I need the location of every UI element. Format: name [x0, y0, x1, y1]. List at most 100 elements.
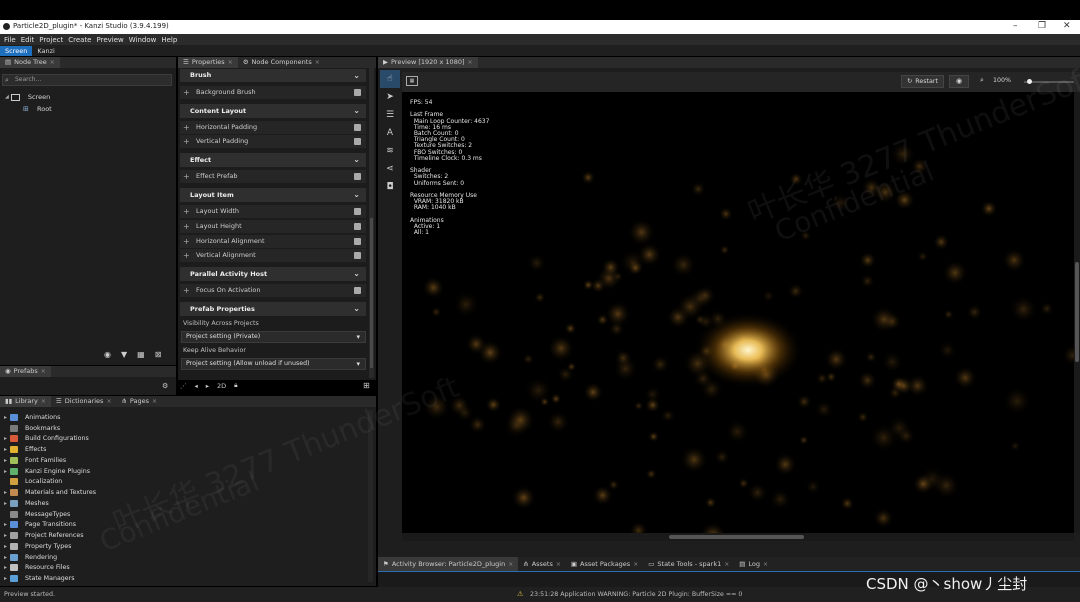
tab-node-tree[interactable]: ▤ Node Tree ×	[0, 57, 60, 68]
tab-library[interactable]: ▮▮ Library ×	[0, 396, 51, 407]
chevron-down-icon[interactable]: ⌄	[353, 69, 360, 82]
section-parallel-activity-host[interactable]: Parallel Activity Host ⌄	[180, 267, 366, 281]
close-icon[interactable]: ×	[556, 559, 561, 570]
section-effect[interactable]: Effect ⌄	[180, 153, 366, 167]
add-icon[interactable]: +	[183, 121, 190, 134]
pin-icon[interactable]	[354, 287, 361, 294]
library-item[interactable]: ▸ Property Types	[4, 541, 71, 552]
lock-icon[interactable]: 🔒︎	[234, 381, 237, 390]
close-icon[interactable]: ×	[468, 57, 473, 68]
tab-asset-packages[interactable]: ▣ Asset Packages ×	[566, 557, 643, 571]
tab-activity-browser[interactable]: ⚑ Activity Browser: Particle2D_plugin ×	[378, 557, 519, 571]
tab-preview[interactable]: ▶ Preview [1920 x 1080] ×	[378, 57, 478, 68]
menu-create[interactable]: Create	[68, 36, 91, 44]
filter-icon[interactable]: ▼	[121, 350, 127, 359]
create-prefab-icon[interactable]: ⚙	[162, 382, 168, 390]
hscroll-thumb[interactable]	[669, 535, 804, 539]
add-icon[interactable]: +	[183, 235, 190, 248]
close-icon[interactable]: ×	[724, 559, 729, 570]
tab-kanzi[interactable]: Kanzi	[32, 46, 59, 56]
close-icon[interactable]: ×	[41, 366, 46, 377]
pin-icon[interactable]	[354, 173, 361, 180]
node-tree-search-input[interactable]: Search...	[2, 74, 172, 86]
chevron-down-icon[interactable]: ⌄	[353, 188, 360, 202]
expand-icon[interactable]: ◢	[5, 94, 9, 100]
section-layout-item[interactable]: Layout Item ⌄	[180, 188, 366, 202]
library-item[interactable]: Localization	[4, 477, 62, 488]
section-brush[interactable]: Brush ⌄	[180, 69, 366, 82]
close-icon[interactable]: ×	[763, 559, 768, 570]
pointer-icon[interactable]: ➤	[380, 88, 400, 106]
layers-icon[interactable]: ≋	[380, 142, 400, 160]
library-item[interactable]: ▸ Kanzi Engine Plugins	[4, 466, 90, 477]
tree-item-root[interactable]: ⊞ Root	[23, 105, 52, 113]
menu-window[interactable]: Window	[129, 36, 157, 44]
select-icon[interactable]: ☝	[380, 70, 400, 88]
preview-vscroll[interactable]	[1074, 92, 1080, 533]
add-icon[interactable]: +	[183, 249, 190, 262]
properties-scrollbar[interactable]	[369, 68, 374, 378]
warning-message[interactable]: 23:51:28 Application WARNING: Particle 2…	[530, 591, 742, 598]
keyboard-icon[interactable]: ▦	[406, 76, 418, 86]
chevron-down-icon[interactable]: ⌄	[353, 153, 360, 167]
2d-icon[interactable]: 2D	[217, 382, 226, 390]
tab-state-tools[interactable]: ▭ State Tools - spark1 ×	[643, 557, 734, 571]
menu-preview[interactable]: Preview	[97, 36, 124, 44]
next-icon[interactable]: ▸	[206, 382, 209, 390]
tab-screen[interactable]: Screen	[0, 45, 33, 56]
delete-icon[interactable]: ⊠	[155, 350, 162, 359]
tab-properties[interactable]: ☰ Properties ×	[178, 57, 238, 68]
menu-file[interactable]: File	[4, 36, 16, 44]
add-icon[interactable]: +	[183, 220, 190, 233]
prop-vertical-alignment[interactable]: + Vertical Alignment	[180, 249, 366, 262]
grid-icon[interactable]: ▦	[137, 350, 145, 359]
preview-canvas[interactable]	[402, 92, 1074, 533]
pin-icon[interactable]	[354, 138, 361, 145]
library-item[interactable]: ▸ Page Transitions	[4, 520, 76, 531]
close-icon[interactable]: ×	[106, 396, 111, 407]
share-icon[interactable]: ⋖	[380, 160, 400, 178]
library-item[interactable]: ▸ State Managers	[4, 573, 75, 584]
eye-icon[interactable]: ◉	[949, 75, 969, 88]
menu-edit[interactable]: Edit	[21, 36, 35, 44]
tree-item-screen[interactable]: ◢ Screen	[5, 93, 50, 101]
close-button[interactable]: ✕	[1063, 21, 1071, 31]
library-item[interactable]: ▸ Meshes	[4, 498, 49, 509]
restore-button[interactable]: ❐	[1038, 21, 1046, 31]
add-icon[interactable]: +	[183, 205, 190, 218]
move-icon[interactable]: ⋰	[180, 382, 187, 390]
add-icon[interactable]: +	[183, 170, 190, 183]
add-icon[interactable]: +	[183, 135, 190, 148]
chevron-down-icon[interactable]: ⌄	[353, 104, 360, 118]
library-item[interactable]: ▸ Resource Files	[4, 563, 70, 574]
tab-dictionaries[interactable]: ☰ Dictionaries ×	[51, 396, 117, 407]
prev-icon[interactable]: ◂	[195, 382, 198, 390]
preview-hscroll[interactable]	[402, 533, 1074, 541]
pin-icon[interactable]	[354, 238, 361, 245]
section-prefab-properties[interactable]: Prefab Properties ⌄	[180, 302, 366, 316]
pin-icon[interactable]	[354, 223, 361, 230]
visibility-select[interactable]: Project setting (Private) ▾	[181, 331, 366, 343]
library-item[interactable]: ▸ Build Configurations	[4, 434, 89, 445]
library-item[interactable]: MessageTypes	[4, 509, 70, 520]
prop-horizontal-alignment[interactable]: + Horizontal Alignment	[180, 235, 366, 248]
prop-focus-on-activation[interactable]: + Focus On Activation	[180, 284, 366, 297]
library-item[interactable]: ▸ Effects	[4, 444, 46, 455]
prop-layout-height[interactable]: + Layout Height	[180, 220, 366, 233]
eye-icon[interactable]: ◉	[104, 350, 111, 359]
close-icon[interactable]: ×	[228, 57, 233, 68]
minimize-button[interactable]: –	[1013, 21, 1018, 31]
library-item[interactable]: ▸ Materials and Textures	[4, 487, 96, 498]
close-icon[interactable]: ×	[508, 559, 513, 570]
keepalive-select[interactable]: Project setting (Allow unload if unused)…	[181, 358, 366, 370]
add-property-icon[interactable]: ⊞	[363, 381, 370, 390]
tab-assets[interactable]: ⋔ Assets ×	[518, 557, 566, 571]
add-icon[interactable]: +	[183, 284, 190, 297]
vscroll-thumb[interactable]	[1075, 262, 1079, 362]
pin-icon[interactable]	[354, 208, 361, 215]
close-icon[interactable]: ×	[41, 396, 46, 407]
library-item[interactable]: ▸ Font Families	[4, 455, 66, 466]
close-icon[interactable]: ×	[315, 57, 320, 68]
prop-horizontal-padding[interactable]: + Horizontal Padding	[180, 121, 366, 134]
menu-project[interactable]: Project	[39, 36, 63, 44]
